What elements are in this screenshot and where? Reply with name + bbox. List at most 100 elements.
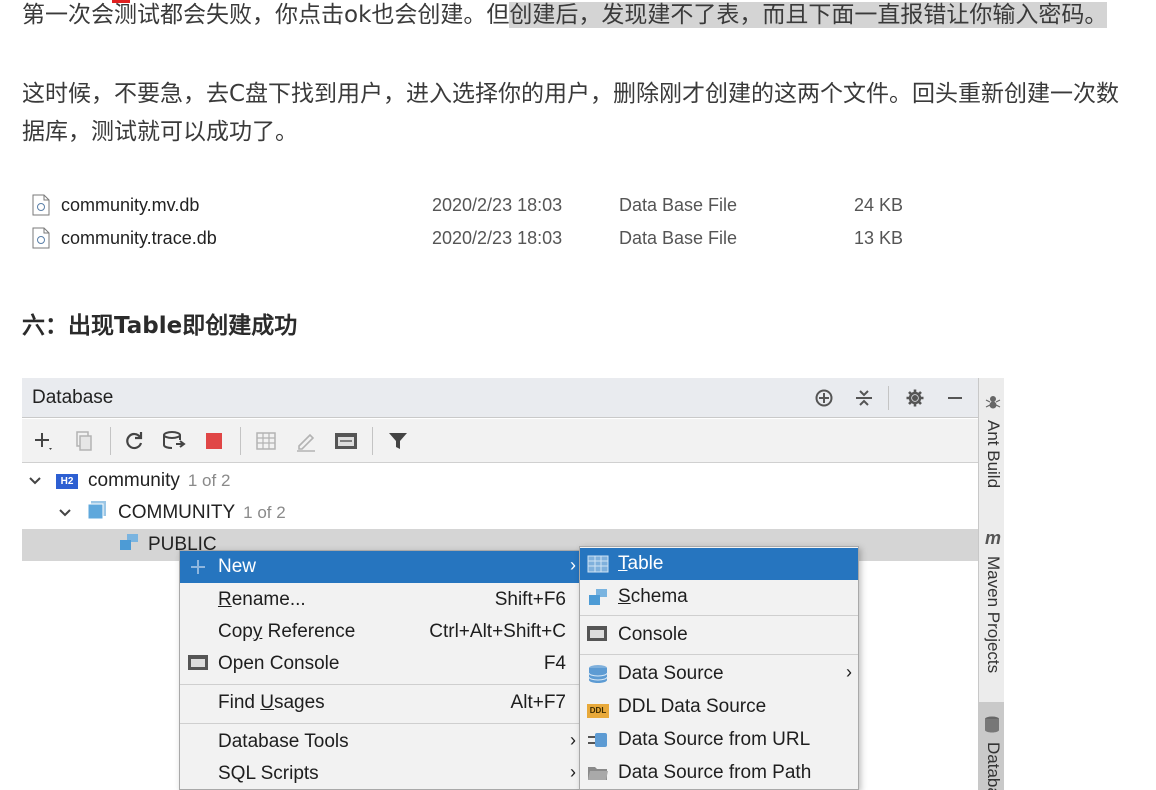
ant-icon (985, 394, 1001, 415)
edit-icon[interactable] (292, 427, 320, 455)
file-date: 2020/2/23 18:03 (432, 195, 563, 215)
console-icon[interactable] (332, 427, 360, 455)
stop-square (206, 433, 222, 449)
mnemonic: U (260, 692, 274, 713)
menu-divider (180, 723, 580, 724)
file-name: community.trace.db (61, 228, 217, 248)
schema-icon (86, 500, 108, 526)
database-tool-window: Database H2 community 1 of 2 COMMUNITY 1… (22, 378, 1004, 790)
menu-item-label: Data Source from Path (618, 762, 812, 783)
chevron-right-icon: › (570, 730, 576, 750)
chevron-right-icon: › (846, 662, 852, 682)
context-menu: New › Rename... Shift+F6 Copy Reference … (179, 550, 581, 790)
file-size: 13 KB (854, 228, 904, 248)
toolbar-divider (110, 427, 111, 455)
minimize-icon[interactable] (941, 384, 969, 412)
chevron-down-icon[interactable] (56, 504, 74, 522)
collapse-icon[interactable] (850, 384, 878, 412)
plug-icon (587, 730, 609, 750)
submenu-item-table[interactable]: Table (580, 548, 858, 580)
label-part: able (627, 553, 664, 574)
tree-node-schema-community[interactable]: COMMUNITY 1 of 2 (56, 497, 286, 529)
database-tab-label: Database (984, 742, 1003, 790)
shortcut: Shift+F6 (494, 589, 566, 610)
toolbar-divider (372, 427, 373, 455)
schema-sync-icon[interactable] (160, 427, 188, 455)
menu-divider (580, 654, 858, 655)
target-icon[interactable] (810, 384, 838, 412)
menu-item-label: Data Source from URL (618, 729, 811, 750)
menu-item-label: Table (618, 553, 663, 575)
maven-projects-tab[interactable]: Maven Projects (983, 556, 1003, 673)
mnemonic: T (618, 553, 628, 574)
file-name: community.mv.db (61, 195, 200, 215)
menu-item-label: SQL Scripts (218, 763, 319, 784)
database-toolbar (22, 419, 978, 463)
chevron-down-icon[interactable] (26, 472, 44, 490)
menu-divider (580, 615, 858, 616)
maven-icon: m (985, 528, 1002, 548)
filter-icon[interactable] (384, 427, 412, 455)
menu-item-label: Open Console (218, 653, 340, 674)
shortcut: Ctrl+Alt+Shift+C (429, 621, 566, 642)
paragraph-1-highlight: 创建后，发现建不了表，而且下面一直报错让你输入密码。 (509, 2, 1108, 28)
submenu-item-data-source-path[interactable]: Data Source from Path (580, 757, 858, 789)
tree-node-count: 1 of 2 (187, 471, 231, 490)
tree-node-count: 1 of 2 (243, 503, 286, 522)
schema-icon (118, 532, 140, 558)
database-cylinder-icon (587, 664, 609, 684)
menu-item-label: Copy Reference (218, 621, 355, 643)
stop-icon[interactable] (200, 427, 228, 455)
file-icon (32, 194, 50, 216)
ddl-badge: DDL (587, 704, 609, 718)
submenu-item-console[interactable]: Console (580, 619, 858, 651)
submenu-item-ddl-data-source[interactable]: DDL DDL Data Source (580, 691, 858, 723)
add-icon[interactable] (30, 427, 58, 455)
console-icon (188, 654, 208, 674)
submenu-item-schema[interactable]: Schema (580, 581, 858, 613)
shortcut: Alt+F7 (510, 692, 566, 713)
gear-icon[interactable] (901, 384, 929, 412)
mnemonic: y (252, 621, 263, 642)
ant-build-tab[interactable]: Ant Build (983, 420, 1003, 488)
article-paragraph-2: 这时候，不要急，去C盘下找到用户，进入选择你的用户，删除刚才创建的这两个文件。回… (22, 81, 1120, 145)
toolbar-divider (240, 427, 241, 455)
file-date: 2020/2/23 18:03 (432, 228, 563, 248)
console-icon (587, 625, 609, 645)
panel-title: Database (32, 387, 114, 408)
table-view-icon[interactable] (252, 427, 280, 455)
menu-item-label: Console (618, 624, 688, 645)
menu-divider (180, 684, 580, 685)
panel-header: Database (22, 378, 978, 418)
database-icon (984, 716, 1000, 739)
label-part: sages (273, 692, 325, 713)
submenu-item-data-source-url[interactable]: Data Source from URL (580, 724, 858, 756)
menu-item-find-usages[interactable]: Find Usages Alt+F7 (180, 687, 580, 719)
new-submenu: Table Schema Console Data Source › DDL D… (579, 546, 859, 790)
refresh-icon[interactable] (120, 427, 148, 455)
label-part: Find (218, 692, 261, 713)
label-part: ename... (231, 589, 306, 610)
menu-item-sql-scripts[interactable]: SQL Scripts › (180, 758, 580, 790)
file-size: 24 KB (854, 195, 904, 215)
tree-node-community[interactable]: H2 community 1 of 2 (26, 465, 230, 497)
submenu-item-data-source[interactable]: Data Source › (580, 658, 858, 690)
menu-item-open-console[interactable]: Open Console F4 (180, 648, 580, 680)
menu-item-copy-reference[interactable]: Copy Reference Ctrl+Alt+Shift+C (180, 616, 580, 648)
schema-icon (587, 587, 609, 607)
menu-item-label: Data Source (618, 663, 724, 684)
menu-item-rename[interactable]: Rename... Shift+F6 (180, 584, 580, 616)
label-part: chema (630, 586, 688, 607)
label-part: Cop (218, 621, 253, 642)
tree-node-label: COMMUNITY (118, 502, 236, 523)
h2-database-icon: H2 (56, 473, 78, 489)
duplicate-icon[interactable] (70, 427, 98, 455)
chevron-right-icon: › (570, 555, 576, 575)
menu-item-database-tools[interactable]: Database Tools › (180, 726, 580, 758)
menu-item-label: New (218, 556, 257, 577)
menu-item-new[interactable]: New › (180, 551, 580, 583)
database-tab-active[interactable]: Database (979, 702, 1004, 790)
menu-item-label: Rename... (218, 589, 306, 611)
file-type: Data Base File (619, 228, 738, 248)
chevron-right-icon: › (570, 762, 576, 782)
